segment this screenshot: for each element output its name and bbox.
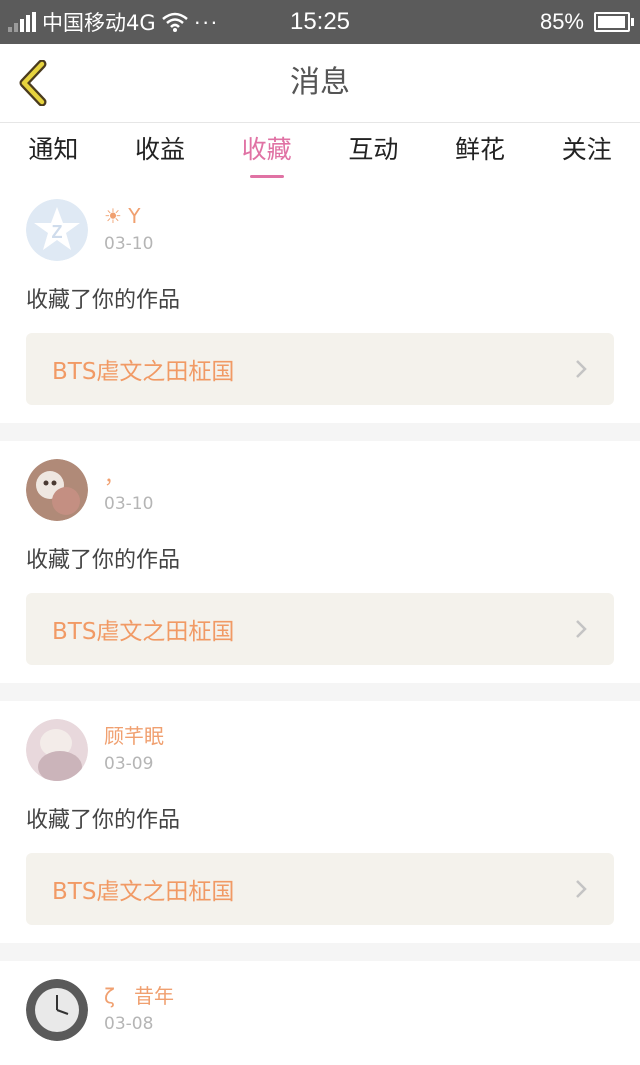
chevron-right-icon — [576, 620, 587, 638]
tab-follow[interactable]: 关注 — [533, 123, 640, 181]
page-title: 消息 — [290, 65, 350, 100]
work-link[interactable]: BTS虐文之田柾国 — [26, 593, 614, 665]
avatar[interactable] — [26, 459, 88, 521]
message-date: 03-10 — [104, 234, 154, 254]
work-title: BTS虐文之田柾国 — [52, 879, 235, 905]
avatar[interactable]: Z — [26, 199, 88, 261]
work-link[interactable]: BTS虐文之田柾国 — [26, 333, 614, 405]
svg-text:Z: Z — [52, 222, 63, 242]
user-name[interactable]: ☀ Y — [104, 203, 153, 229]
tab-flowers[interactable]: 鲜花 — [427, 123, 534, 181]
status-right: 85% — [539, 0, 634, 44]
message-card: ζ 昔年 03-08 — [0, 961, 640, 1065]
avatar[interactable] — [26, 719, 88, 781]
user-name[interactable]: 顾芊眠 — [104, 723, 164, 749]
action-text: 收藏了你的作品 — [26, 808, 181, 833]
nav-bar: 消息 — [0, 44, 640, 123]
user-name[interactable]: ， — [104, 463, 153, 489]
battery-icon — [594, 12, 634, 32]
tab-interaction[interactable]: 互动 — [320, 123, 427, 181]
chevron-right-icon — [576, 880, 587, 898]
message-card: 顾芊眠 03-09 收藏了你的作品 BTS虐文之田柾国 — [0, 701, 640, 943]
message-date: 03-08 — [104, 1014, 154, 1034]
work-title: BTS虐文之田柾国 — [52, 359, 235, 385]
tab-favorites[interactable]: 收藏 — [213, 123, 320, 181]
chevron-right-icon — [576, 360, 587, 378]
work-title: BTS虐文之田柾国 — [52, 619, 235, 645]
message-card: Z ☀ Y 03-10 收藏了你的作品 BTS虐文之田柾国 — [0, 181, 640, 423]
status-bar: 中国移动4G ··· 15:25 85% — [0, 0, 640, 44]
tab-bar: 通知 收益 收藏 互动 鲜花 关注 — [0, 123, 640, 181]
tab-notify[interactable]: 通知 — [0, 123, 107, 181]
battery-percent: 85% — [539, 9, 584, 34]
tab-earnings[interactable]: 收益 — [107, 123, 214, 181]
action-text: 收藏了你的作品 — [26, 548, 181, 573]
message-date: 03-10 — [104, 494, 154, 514]
message-card: ， 03-10 收藏了你的作品 BTS虐文之田柾国 — [0, 441, 640, 683]
work-link[interactable]: BTS虐文之田柾国 — [26, 853, 614, 925]
avatar[interactable] — [26, 979, 88, 1041]
message-date: 03-09 — [104, 754, 154, 774]
action-text: 收藏了你的作品 — [26, 288, 181, 313]
user-name[interactable]: ζ 昔年 — [104, 983, 174, 1009]
